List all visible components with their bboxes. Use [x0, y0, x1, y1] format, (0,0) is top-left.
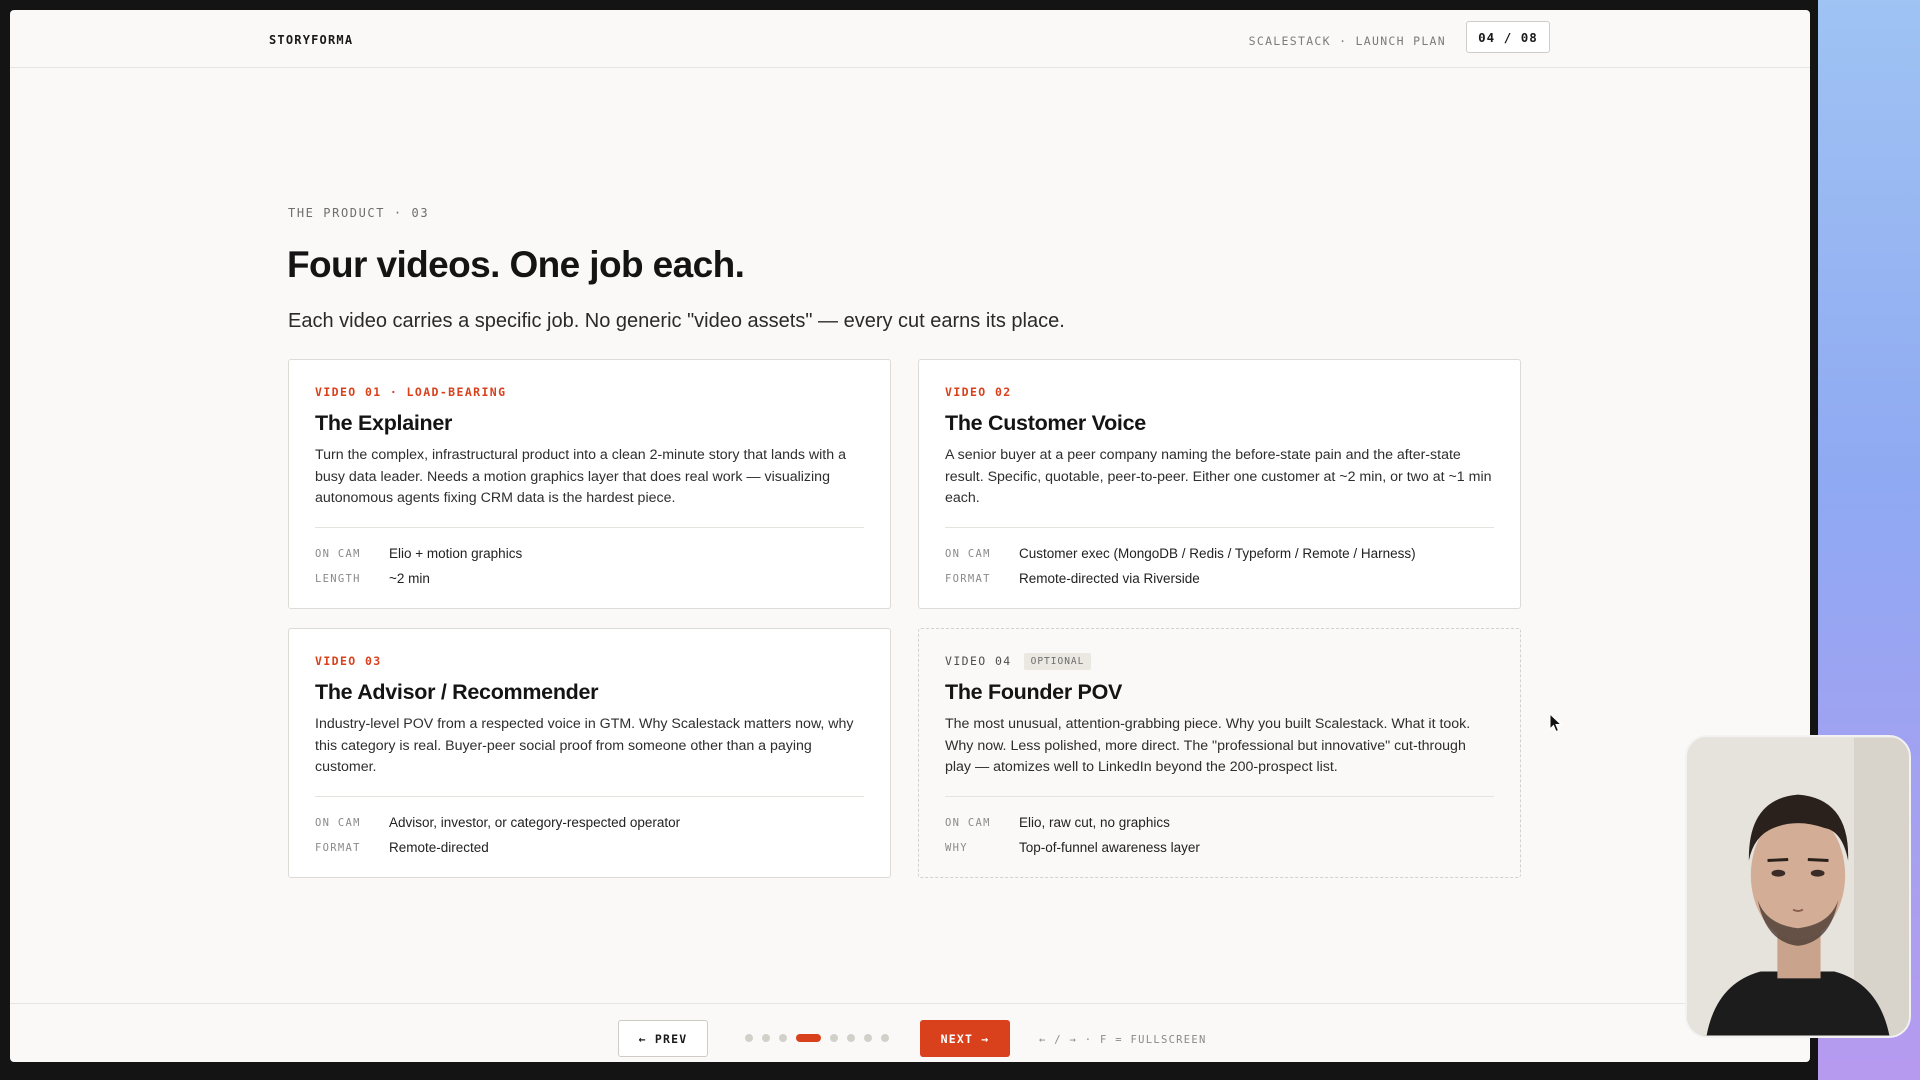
- slide-dot[interactable]: [762, 1034, 770, 1042]
- slide-counter: 04 / 08: [1466, 21, 1550, 53]
- meta-row: ON CAM Elio + motion graphics: [315, 541, 864, 566]
- video-meta: ON CAM Customer exec (MongoDB / Redis / …: [945, 541, 1494, 591]
- video-description: The most unusual, attention-grabbing pie…: [945, 716, 1471, 775]
- video-tag: VIDEO 01 · LOAD-BEARING: [315, 385, 507, 399]
- video-title: The Customer Voice: [945, 411, 1146, 435]
- slide-dot[interactable]: [779, 1034, 787, 1042]
- meta-value: Customer exec (MongoDB / Redis / Typefor…: [1019, 546, 1416, 561]
- meta-key: ON CAM: [945, 547, 991, 560]
- top-bar: STORYFORMA SCALESTACK · LAUNCH PLAN 04 /…: [10, 10, 1810, 68]
- divider: [945, 527, 1494, 528]
- footer-navigation: ← PREV NEXT → ← / → · F = FULLSCREEN: [10, 1003, 1810, 1062]
- video-card: VIDEO 03 The Advisor / Recommender Indus…: [288, 628, 891, 878]
- video-card: VIDEO 02 The Customer Voice A senior buy…: [918, 359, 1521, 609]
- cursor-icon: [1549, 713, 1563, 733]
- video-meta: ON CAM Elio, raw cut, no graphics WHY To…: [945, 810, 1494, 860]
- prev-button[interactable]: ← PREV: [618, 1020, 708, 1057]
- webcam-overlay[interactable]: [1685, 735, 1911, 1038]
- video-title: The Founder POV: [945, 680, 1123, 704]
- slide-dot[interactable]: [881, 1034, 889, 1042]
- meta-key: ON CAM: [315, 816, 361, 829]
- meta-row: ON CAM Advisor, investor, or category-re…: [315, 810, 864, 835]
- video-description: Industry-level POV from a respected voic…: [315, 716, 854, 775]
- meta-value: Remote-directed via Riverside: [1019, 571, 1200, 586]
- slide-dot[interactable]: [847, 1034, 855, 1042]
- video-tag: VIDEO 02: [945, 385, 1012, 399]
- meta-value: Elio, raw cut, no graphics: [1019, 815, 1170, 830]
- meta-key: LENGTH: [315, 572, 361, 585]
- webcam-video: [1687, 737, 1909, 1036]
- next-button[interactable]: NEXT →: [920, 1020, 1010, 1057]
- video-title: The Advisor / Recommender: [315, 680, 599, 704]
- meta-value: Remote-directed: [389, 840, 489, 855]
- meta-key: FORMAT: [945, 572, 991, 585]
- divider: [315, 796, 864, 797]
- meta-key: ON CAM: [315, 547, 361, 560]
- divider: [945, 796, 1494, 797]
- meta-value: Advisor, investor, or category-respected…: [389, 815, 681, 830]
- presentation-window: STORYFORMA SCALESTACK · LAUNCH PLAN 04 /…: [10, 10, 1810, 1062]
- slide-subhead: Each video carries a specific job. No ge…: [288, 310, 1065, 332]
- slide-dots: [745, 1034, 898, 1042]
- meta-row: FORMAT Remote-directed via Riverside: [945, 566, 1494, 591]
- brand-logo[interactable]: STORYFORMA: [269, 33, 353, 47]
- keyboard-hint: ← / → · F = FULLSCREEN: [1039, 1034, 1207, 1046]
- slide-dot-active[interactable]: [796, 1034, 821, 1042]
- meta-row: FORMAT Remote-directed: [315, 835, 864, 860]
- slide-dot[interactable]: [745, 1034, 753, 1042]
- slide-dot[interactable]: [830, 1034, 838, 1042]
- video-description: A senior buyer at a peer company naming …: [945, 447, 1492, 506]
- section-eyebrow: THE PRODUCT · 03: [288, 206, 430, 220]
- video-tag: VIDEO 04: [945, 654, 1012, 668]
- meta-key: FORMAT: [315, 841, 361, 854]
- meta-row: LENGTH ~2 min: [315, 566, 864, 591]
- slide-headline: Four videos. One job each.: [287, 244, 745, 285]
- meta-row: ON CAM Customer exec (MongoDB / Redis / …: [945, 541, 1494, 566]
- meta-row: ON CAM Elio, raw cut, no graphics: [945, 810, 1494, 835]
- meta-value: ~2 min: [389, 571, 430, 586]
- video-title: The Explainer: [315, 411, 453, 435]
- video-description: Turn the complex, infrastructural produc…: [315, 447, 846, 506]
- video-card-optional: VIDEO 04 OPTIONAL The Founder POV The mo…: [918, 628, 1521, 878]
- optional-badge: OPTIONAL: [1023, 652, 1092, 670]
- meta-key: ON CAM: [945, 816, 991, 829]
- meta-value: Elio + motion graphics: [389, 546, 523, 561]
- meta-value: Top-of-funnel awareness layer: [1019, 840, 1200, 855]
- video-card: VIDEO 01 · LOAD-BEARING The Explainer Tu…: [288, 359, 891, 609]
- video-meta: ON CAM Elio + motion graphics LENGTH ~2 …: [315, 541, 864, 591]
- divider: [315, 527, 864, 528]
- video-tag: VIDEO 03: [315, 654, 382, 668]
- slide-dot[interactable]: [864, 1034, 872, 1042]
- video-meta: ON CAM Advisor, investor, or category-re…: [315, 810, 864, 860]
- meta-key: WHY: [945, 841, 968, 854]
- meta-row: WHY Top-of-funnel awareness layer: [945, 835, 1494, 860]
- deck-title: SCALESTACK · LAUNCH PLAN: [1248, 34, 1446, 48]
